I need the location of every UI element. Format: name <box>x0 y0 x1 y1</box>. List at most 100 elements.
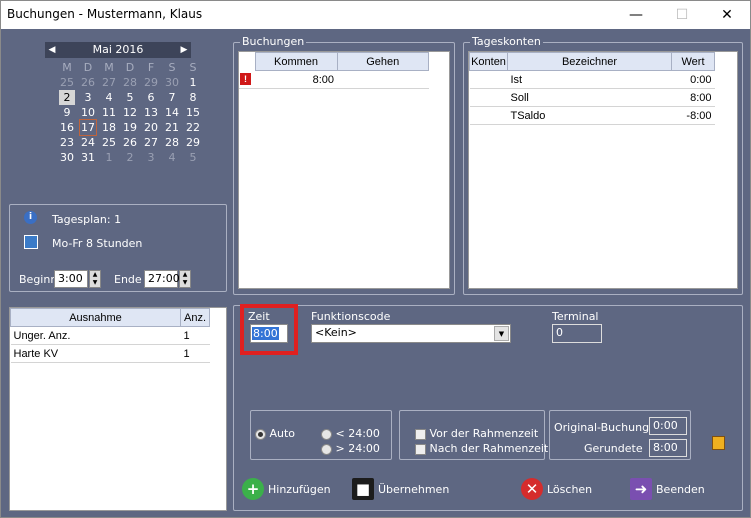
terminal-label: Terminal <box>552 310 599 323</box>
tageskonten-legend: Tageskonten <box>470 35 543 48</box>
calendar-day[interactable]: 21 <box>164 120 180 135</box>
chevron-down-icon[interactable]: ▼ <box>494 326 509 341</box>
beginn-spinner[interactable]: ▲ ▼ <box>89 270 101 288</box>
calendar-day[interactable]: 12 <box>122 105 138 120</box>
add-button[interactable]: + Hinzufügen <box>242 478 331 500</box>
original-input: 0:00 <box>649 417 687 435</box>
close-button[interactable]: ✕ <box>704 1 750 29</box>
calendar-day[interactable]: 5 <box>122 90 138 105</box>
nach-checkbox[interactable]: Nach der Rahmenzeit <box>415 442 548 455</box>
calendar-day[interactable]: 8 <box>185 90 201 105</box>
calendar-day[interactable]: 28 <box>122 75 138 90</box>
calendar-day[interactable]: 3 <box>80 90 96 105</box>
table-row[interactable]: TSaldo -8:00 <box>469 106 715 125</box>
col-bezeichner[interactable]: Bezeichner <box>507 52 672 71</box>
calendar-day[interactable]: 20 <box>143 120 159 135</box>
exception-table[interactable]: Ausnahme Anz. Unger. Anz. 1 Harte KV 1 <box>9 307 227 511</box>
table-row[interactable]: Harte KV 1 <box>10 344 210 363</box>
calendar-day[interactable]: 24 <box>80 135 96 150</box>
col-konten[interactable]: Konten <box>469 52 508 71</box>
original-label: Original-Buchung <box>554 421 650 434</box>
calendar-day[interactable]: 29 <box>143 75 159 90</box>
calendar-day[interactable]: 17 <box>79 119 97 136</box>
delete-button[interactable]: ✕ Löschen <box>521 478 592 500</box>
calendar-day[interactable]: 30 <box>59 150 75 165</box>
lt24-radio[interactable]: < 24:00 <box>321 427 380 440</box>
auto-radio[interactable]: Auto <box>255 427 295 440</box>
calendar-weekday: F <box>147 61 155 74</box>
calendar-day[interactable]: 3 <box>143 150 159 165</box>
table-cell: 8:00 <box>671 88 715 107</box>
col-ausnahme[interactable]: Ausnahme <box>10 308 181 327</box>
buchungen-table[interactable]: Kommen Gehen ! 8:00 <box>238 51 450 289</box>
calendar-day[interactable]: 6 <box>143 90 159 105</box>
col-kommen[interactable]: Kommen <box>254 52 338 71</box>
calendar-day[interactable]: 5 <box>185 150 201 165</box>
table-row[interactable]: Soll 8:00 <box>469 88 715 107</box>
tageskonten-table[interactable]: Konten Bezeichner Wert Ist 0:00 Soll 8:00 TS… <box>468 51 738 289</box>
col-wert[interactable]: Wert <box>671 52 715 71</box>
maximize-button[interactable]: ☐ <box>659 1 705 29</box>
calendar-day[interactable]: 28 <box>164 135 180 150</box>
calendar-day[interactable]: 27 <box>143 135 159 150</box>
exit-icon: ➜ <box>630 478 652 500</box>
funktionscode-select[interactable]: <Kein> ▼ <box>311 324 511 343</box>
next-month-icon[interactable]: ▶ <box>177 42 191 58</box>
beginn-input[interactable]: 3:00 <box>54 270 88 288</box>
col-gehen[interactable]: Gehen <box>336 52 429 71</box>
calendar-day[interactable]: 11 <box>101 105 117 120</box>
calendar-day[interactable]: 4 <box>101 90 117 105</box>
funktionscode-label: Funktionscode <box>311 310 391 323</box>
plus-icon: + <box>242 478 264 500</box>
calendar-day[interactable]: 2 <box>122 150 138 165</box>
day-plan-panel: i Tagesplan: 1 Mo-Fr 8 Stunden Beginn 3:… <box>9 204 227 292</box>
calendar-day[interactable]: 7 <box>164 90 180 105</box>
calendar-day[interactable]: 9 <box>59 105 75 120</box>
calendar-day[interactable]: 25 <box>101 135 117 150</box>
calendar-day[interactable]: 26 <box>122 135 138 150</box>
vor-checkbox[interactable]: Vor der Rahmenzeit <box>415 427 538 440</box>
apply-button[interactable]: ■ Übernehmen <box>352 478 449 500</box>
edit-note-icon[interactable] <box>712 436 725 450</box>
apply-label: Übernehmen <box>378 482 450 496</box>
table-row[interactable]: Unger. Anz. 1 <box>10 326 210 345</box>
calendar-day[interactable]: 30 <box>164 75 180 90</box>
terminal-input[interactable]: 0 <box>552 324 602 343</box>
calendar-day[interactable]: 16 <box>59 120 75 135</box>
calendar-day[interactable]: 27 <box>101 75 117 90</box>
exit-button[interactable]: ➜ Beenden <box>630 478 705 500</box>
table-cell: Soll <box>507 88 672 107</box>
calendar-day[interactable]: 1 <box>101 150 117 165</box>
table-row[interactable]: Ist 0:00 <box>469 70 715 89</box>
table-cell: 0:00 <box>671 70 715 89</box>
ende-spinner[interactable]: ▲ ▼ <box>179 270 191 288</box>
calendar-day[interactable]: 15 <box>185 105 201 120</box>
calendar-day[interactable]: 10 <box>80 105 96 120</box>
minimize-button[interactable]: — <box>613 1 659 29</box>
calendar[interactable]: ◀ Mai 2016 ▶ M D M D F S S 25 26 27 28 29 30 1 2 3 4 5 6 7 8… <box>45 42 200 165</box>
calendar-day[interactable]: 1 <box>185 75 201 90</box>
calendar-day[interactable]: 25 <box>59 75 75 90</box>
calendar-day[interactable]: 14 <box>164 105 180 120</box>
calendar-day[interactable]: 23 <box>59 135 75 150</box>
calendar-day[interactable]: 18 <box>101 120 117 135</box>
col-anz[interactable]: Anz. <box>180 308 210 327</box>
calendar-day[interactable]: 13 <box>143 105 159 120</box>
rollover-group: Auto < 24:00 > 24:00 <box>250 410 392 460</box>
gt24-radio[interactable]: > 24:00 <box>321 442 380 455</box>
zeit-input[interactable]: 8:00 <box>250 324 288 343</box>
calendar-day[interactable]: 26 <box>80 75 96 90</box>
table-cell: 1 <box>180 344 210 363</box>
table-row[interactable]: ! 8:00 <box>239 70 429 89</box>
ende-input[interactable]: 27:00 <box>144 270 180 288</box>
info-icon: i <box>24 211 37 224</box>
table-cell: -8:00 <box>671 106 715 125</box>
calendar-day[interactable]: 22 <box>185 120 201 135</box>
calendar-day[interactable]: 19 <box>122 120 138 135</box>
calendar-day[interactable]: 29 <box>185 135 201 150</box>
calendar-day[interactable]: 2 <box>59 90 75 105</box>
table-cell: Ist <box>507 70 672 89</box>
calendar-day[interactable]: 4 <box>164 150 180 165</box>
calendar-day[interactable]: 31 <box>80 150 96 165</box>
prev-month-icon[interactable]: ◀ <box>45 42 59 58</box>
